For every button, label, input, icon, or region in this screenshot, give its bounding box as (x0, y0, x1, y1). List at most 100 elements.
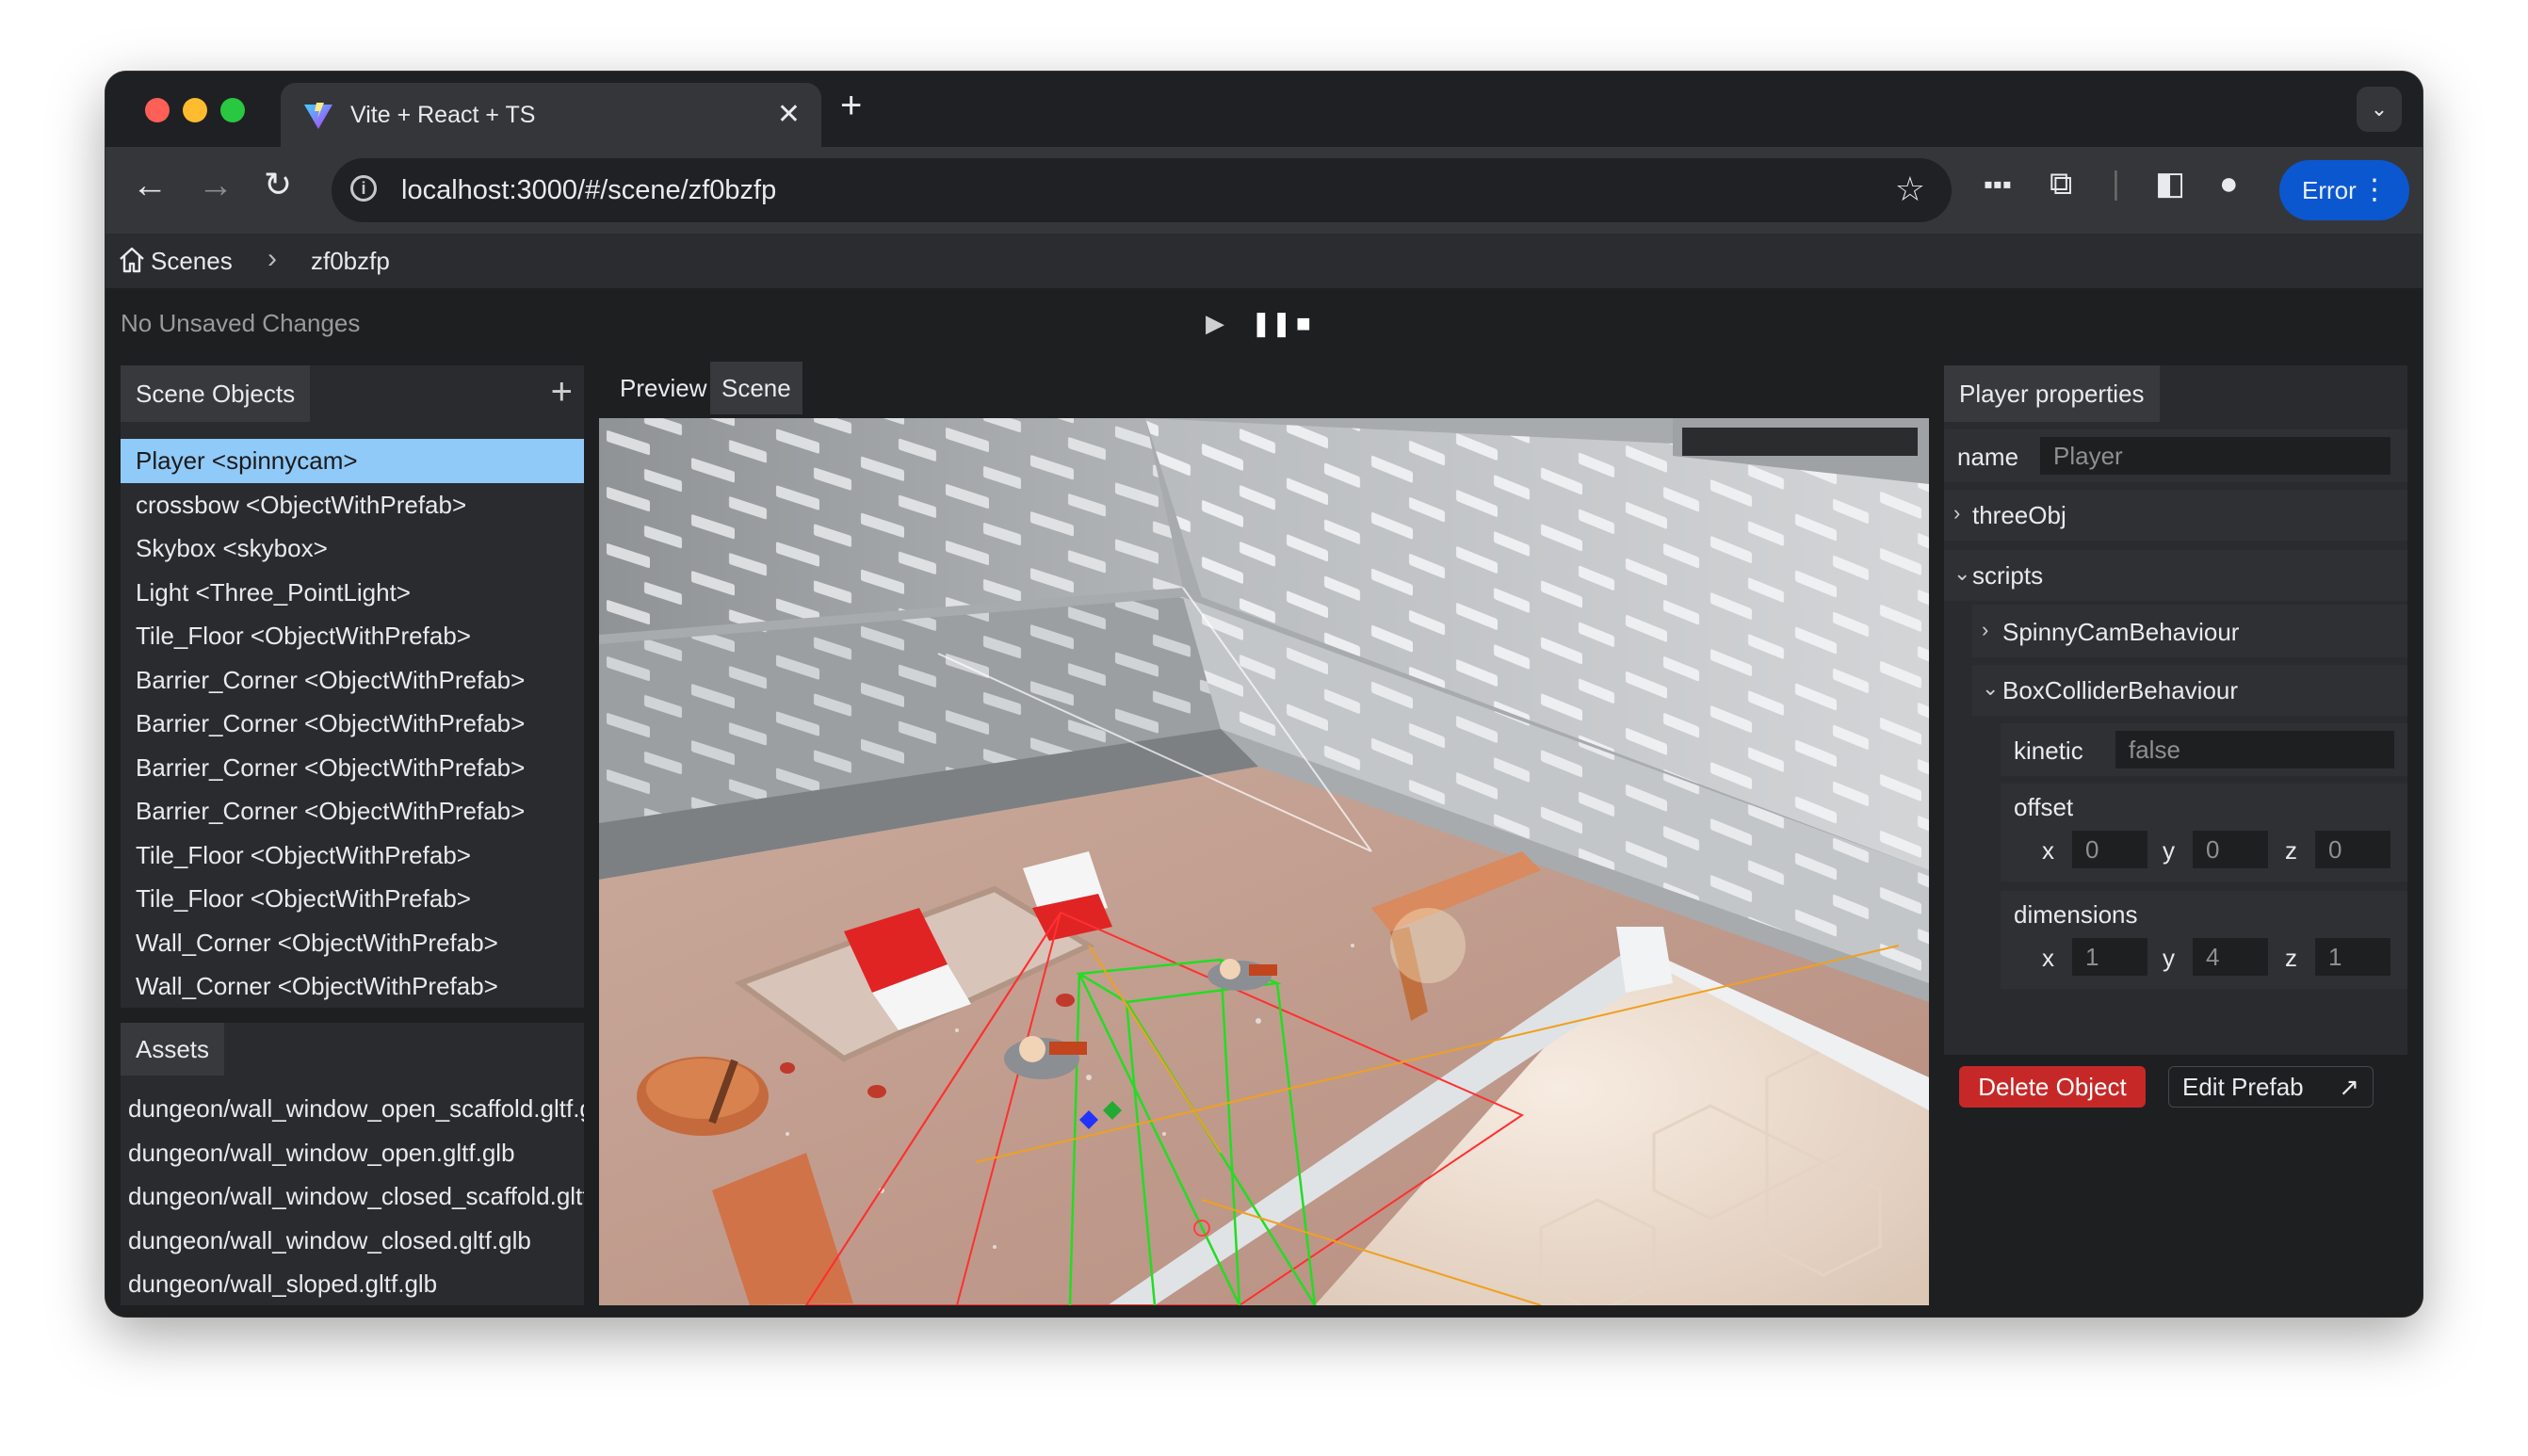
list-item[interactable]: dungeon/wall_window_closed.gltf.glb (121, 1219, 584, 1263)
offset-x-input[interactable]: 0 (2072, 831, 2147, 868)
app-root: Scenes › zf0bzfp No Unsaved Changes ▶ ❚❚… (105, 234, 2423, 1317)
dimensions-z-input[interactable]: 1 (2315, 938, 2390, 976)
edit-prefab-label: Edit Prefab (2182, 1073, 2304, 1101)
scripts-label[interactable]: scripts (1972, 561, 2043, 590)
dimensions-x-input[interactable]: 1 (2072, 938, 2147, 976)
kebab-menu-icon[interactable]: ⋮ (2360, 160, 2389, 220)
dimensions-x-label: x (2042, 944, 2054, 972)
list-item[interactable]: Wall_Corner <ObjectWithPrefab> (121, 921, 584, 965)
address-bar[interactable]: i localhost:3000/#/scene/zf0bzfp ☆ (332, 158, 1952, 222)
list-item[interactable]: Barrier_Corner <ObjectWithPrefab> (121, 746, 584, 790)
chevron-right-icon[interactable]: › (1982, 618, 1988, 642)
kinetic-label: kinetic (2014, 736, 2083, 765)
list-item[interactable]: Wall_Corner <ObjectWithPrefab> (121, 964, 584, 1009)
vite-logo-icon (304, 103, 332, 129)
puzzle-extensions-icon[interactable]: ⧉ (2050, 168, 2072, 200)
chevron-right-icon: › (267, 243, 277, 274)
offset-label: offset (2014, 793, 2074, 821)
chevron-down-icon[interactable]: ⌄ (1982, 676, 1999, 701)
home-icon[interactable] (117, 245, 147, 275)
bookmark-star-icon[interactable]: ☆ (1895, 170, 1925, 209)
scene-objects-tab[interactable]: Scene Objects (121, 365, 311, 422)
list-item[interactable]: dungeon/wall_window_open_scaffold.gltf.g… (121, 1087, 584, 1131)
kinetic-input[interactable]: false (2115, 731, 2394, 768)
chevron-right-icon[interactable]: › (1953, 501, 1960, 526)
spinnycam-row[interactable]: › SpinnyCamBehaviour (1972, 605, 2407, 657)
side-panel-icon[interactable]: ◧ (2155, 168, 2185, 200)
profile-error-button[interactable]: Error ⋮ (2279, 160, 2409, 220)
delete-object-button[interactable]: Delete Object (1959, 1066, 2146, 1108)
dimensions-y-input[interactable]: 4 (2193, 938, 2268, 976)
close-window-button[interactable] (145, 98, 170, 122)
boxcollider-label[interactable]: BoxColliderBehaviour (2002, 676, 2238, 705)
threeobj-label[interactable]: threeObj (1972, 501, 2066, 530)
list-item[interactable]: Barrier_Corner <ObjectWithPrefab> (121, 789, 584, 833)
spinnycam-label[interactable]: SpinnyCamBehaviour (2002, 618, 2239, 647)
add-object-button[interactable]: + (551, 371, 573, 413)
assets-tab[interactable]: Assets (121, 1023, 225, 1076)
name-label: name (1957, 443, 2019, 471)
reload-icon[interactable]: ↻ (264, 168, 292, 202)
list-item[interactable]: dungeon/wall_sloped.gltf.glb (121, 1262, 584, 1306)
list-item[interactable]: Light <Three_PointLight> (121, 571, 584, 615)
profile-avatar-icon[interactable]: ● (2219, 168, 2239, 200)
list-item[interactable]: dungeon/wall_window_open.gltf.glb (121, 1131, 584, 1175)
list-item[interactable]: Barrier_Corner <ObjectWithPrefab> (121, 658, 584, 703)
offset-z-label: z (2285, 836, 2297, 865)
browser-toolbar: ← → ↻ i localhost:3000/#/scene/zf0bzfp ☆… (105, 147, 2423, 234)
kinetic-row: kinetic false (2001, 723, 2407, 776)
list-item[interactable]: Tile_Floor <ObjectWithPrefab> (121, 877, 584, 921)
scene-render[interactable] (599, 418, 1929, 1305)
list-item[interactable]: Tile_Floor <ObjectWithPrefab> (121, 833, 584, 878)
stop-icon[interactable]: ■ (1296, 309, 1311, 338)
scene-viewport[interactable] (599, 418, 1929, 1305)
url-text[interactable]: localhost:3000/#/scene/zf0bzfp (401, 175, 776, 206)
profile-error-label: Error (2302, 176, 2357, 204)
tab-search-button[interactable]: ⌄ (2357, 87, 2402, 132)
minimize-window-button[interactable] (183, 98, 207, 122)
breadcrumb-scenes-link[interactable]: Scenes (151, 247, 233, 276)
chevron-down-icon[interactable]: ⌄ (1953, 561, 1970, 586)
dimensions-label: dimensions (2014, 900, 2138, 929)
forward-arrow-icon[interactable]: → (198, 168, 234, 203)
extension-icon[interactable]: ▪▪▪ (1984, 171, 2012, 198)
new-tab-button[interactable]: + (840, 87, 862, 124)
browser-window: Vite + React + TS ✕ + ⌄ ← → ↻ i localhos… (105, 72, 2423, 1317)
properties-panel: Player properties name Player › threeObj… (1944, 365, 2407, 1055)
play-icon[interactable]: ▶ (1206, 309, 1224, 338)
asset-list: dungeon/wall_window_open_scaffold.gltf.g… (121, 1087, 584, 1306)
threeobj-row[interactable]: › threeObj (1944, 490, 2407, 541)
external-link-icon: ↗ (2339, 1073, 2359, 1101)
tab-scene[interactable]: Scene (710, 362, 802, 414)
list-item[interactable]: Skybox <skybox> (121, 526, 584, 571)
pause-icon[interactable]: ❚❚ (1251, 309, 1292, 338)
breadcrumb: Scenes › zf0bzfp (105, 234, 2423, 288)
scene-objects-panel: Scene Objects + Player <spinnycam> cross… (121, 365, 584, 1008)
dimensions-row: dimensions x 1 y 4 z 1 (2001, 891, 2407, 989)
tab-close-icon[interactable]: ✕ (777, 98, 801, 131)
name-row: name Player (1944, 429, 2407, 482)
breadcrumb-current: zf0bzfp (311, 247, 390, 275)
list-item[interactable]: Tile_Floor <ObjectWithPrefab> (121, 614, 584, 658)
list-item[interactable]: crossbow <ObjectWithPrefab> (121, 483, 584, 527)
toolbar-divider: | (2112, 166, 2120, 202)
properties-tab[interactable]: Player properties (1944, 365, 2160, 422)
maximize-window-button[interactable] (220, 98, 245, 122)
list-item[interactable]: dungeon/wall_window_closed_scaffold.gltf… (121, 1174, 584, 1219)
list-item[interactable]: Barrier_Corner <ObjectWithPrefab> (121, 702, 584, 746)
name-input[interactable]: Player (2040, 437, 2390, 475)
scripts-row[interactable]: ⌄ scripts (1944, 550, 2407, 601)
save-status: No Unsaved Changes (121, 309, 361, 337)
back-arrow-icon[interactable]: ← (132, 168, 168, 203)
boxcollider-header[interactable]: ⌄ BoxColliderBehaviour (1972, 665, 2407, 716)
list-item[interactable]: Player <spinnycam> (121, 439, 584, 483)
offset-y-input[interactable]: 0 (2193, 831, 2268, 868)
dimensions-z-label: z (2285, 944, 2297, 972)
tab-title: Vite + React + TS (350, 102, 536, 128)
offset-z-input[interactable]: 0 (2315, 831, 2390, 868)
tab-preview[interactable]: Preview (608, 362, 718, 414)
site-info-icon[interactable]: i (350, 175, 377, 202)
boxcollider-section: ⌄ BoxColliderBehaviour kinetic false off… (1972, 665, 2407, 1040)
edit-prefab-button[interactable]: Edit Prefab ↗ (2168, 1066, 2374, 1108)
browser-tab[interactable]: Vite + React + TS ✕ (281, 83, 821, 147)
